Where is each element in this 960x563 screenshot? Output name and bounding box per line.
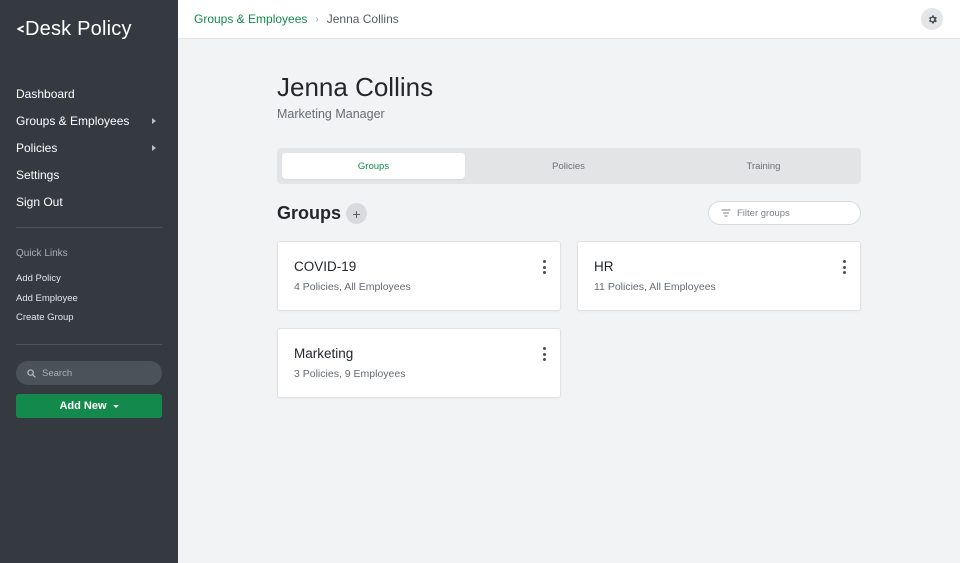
tab-training[interactable]: Training bbox=[672, 153, 855, 179]
group-card-hr[interactable]: HR 11 Policies, All Employees bbox=[577, 241, 861, 311]
add-group-button[interactable]: + bbox=[346, 203, 367, 224]
sidebar-item-label: Policies bbox=[16, 140, 58, 155]
sidebar-search[interactable] bbox=[16, 361, 162, 385]
quick-link-create-group[interactable]: Create Group bbox=[16, 308, 162, 328]
topbar: Groups & Employees › Jenna Collins bbox=[178, 0, 960, 39]
sidebar-item-settings[interactable]: Settings bbox=[0, 161, 178, 188]
breadcrumb-link-groups-employees[interactable]: Groups & Employees bbox=[194, 12, 307, 26]
group-card-marketing[interactable]: Marketing 3 Policies, 9 Employees bbox=[277, 328, 561, 398]
sidebar-item-label: Groups & Employees bbox=[16, 113, 130, 128]
quick-link-add-employee[interactable]: Add Employee bbox=[16, 289, 162, 309]
sidebar-nav: Dashboard Groups & Employees Policies Se… bbox=[0, 80, 178, 215]
sidebar-item-label: Sign Out bbox=[16, 194, 63, 209]
group-card-meta: 3 Policies, 9 Employees bbox=[294, 368, 406, 380]
search-icon bbox=[27, 368, 36, 378]
breadcrumb-separator: › bbox=[315, 13, 319, 25]
sidebar-divider bbox=[16, 227, 162, 228]
quick-links: Add Policy Add Employee Create Group bbox=[16, 269, 162, 328]
sidebar-divider bbox=[16, 344, 162, 345]
app-logo-text: Desk Policy bbox=[25, 18, 132, 40]
group-card-meta: 4 Policies, All Employees bbox=[294, 281, 411, 293]
quick-link-add-policy[interactable]: Add Policy bbox=[16, 269, 162, 289]
breadcrumb-current: Jenna Collins bbox=[326, 12, 399, 26]
app-logo[interactable]: Desk Policy bbox=[16, 18, 132, 41]
tab-policies[interactable]: Policies bbox=[477, 153, 660, 179]
plus-icon: + bbox=[352, 205, 361, 222]
caret-down-icon bbox=[112, 405, 119, 408]
group-card-covid-19[interactable]: COVID-19 4 Policies, All Employees bbox=[277, 241, 561, 311]
sidebar: Desk Policy Dashboard Groups & Employees… bbox=[0, 0, 178, 563]
add-new-label: Add New bbox=[59, 400, 107, 412]
group-card-meta: 11 Policies, All Employees bbox=[594, 281, 716, 293]
sidebar-item-label: Dashboard bbox=[16, 86, 75, 101]
more-options-icon[interactable] bbox=[540, 347, 548, 361]
page-title: Jenna Collins bbox=[277, 72, 434, 102]
caret-right-icon bbox=[152, 117, 156, 124]
breadcrumb: Groups & Employees › Jenna Collins bbox=[194, 12, 399, 26]
add-new-button[interactable]: Add New bbox=[16, 394, 162, 418]
filter-groups-input[interactable] bbox=[737, 207, 847, 219]
settings-button[interactable] bbox=[921, 8, 943, 30]
sidebar-item-policies[interactable]: Policies bbox=[0, 134, 178, 161]
search-input[interactable] bbox=[42, 367, 152, 379]
tab-bar: Groups Policies Training bbox=[277, 148, 861, 184]
tab-groups[interactable]: Groups bbox=[282, 153, 465, 179]
gear-icon bbox=[928, 14, 937, 24]
logo-mark-icon bbox=[17, 25, 24, 32]
group-card-title: Marketing bbox=[294, 346, 354, 361]
sidebar-item-sign-out[interactable]: Sign Out bbox=[0, 188, 178, 215]
group-card-title: COVID-19 bbox=[294, 259, 357, 274]
group-card-title: HR bbox=[594, 259, 614, 274]
filter-icon bbox=[721, 209, 731, 217]
caret-right-icon bbox=[152, 144, 156, 151]
more-options-icon[interactable] bbox=[840, 260, 848, 274]
more-options-icon[interactable] bbox=[540, 260, 548, 274]
filter-groups[interactable] bbox=[708, 201, 861, 225]
sidebar-item-groups-employees[interactable]: Groups & Employees bbox=[0, 107, 178, 134]
groups-section-title: Groups bbox=[277, 203, 342, 223]
employee-job-title: Marketing Manager bbox=[277, 107, 385, 121]
sidebar-item-dashboard[interactable]: Dashboard bbox=[0, 80, 178, 107]
sidebar-item-label: Settings bbox=[16, 167, 60, 182]
quick-links-title: Quick Links bbox=[16, 248, 68, 259]
